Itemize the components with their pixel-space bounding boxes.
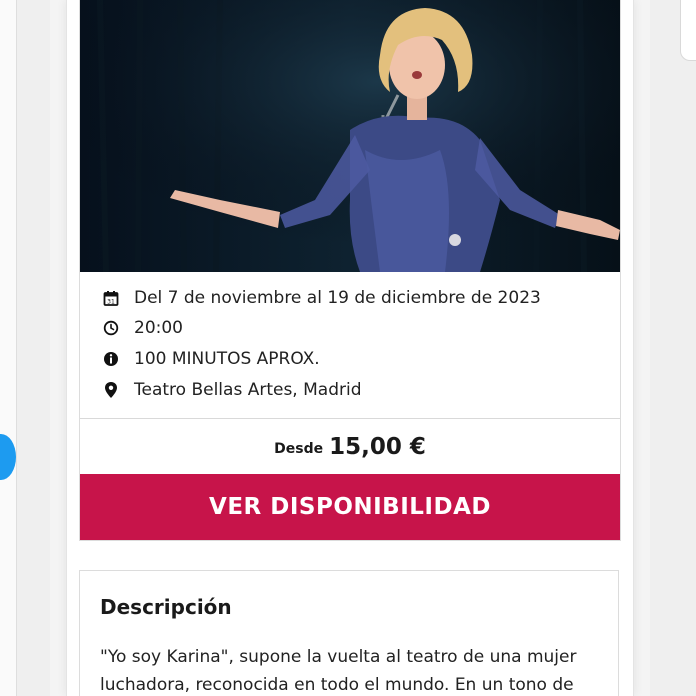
check-availability-button[interactable]: VER DISPONIBILIDAD xyxy=(80,474,620,540)
location-pin-icon xyxy=(102,381,120,399)
right-gutter xyxy=(650,0,696,696)
venue-row: Teatro Bellas Artes, Madrid xyxy=(102,378,362,402)
date-text: Del 7 de noviembre al 19 de diciembre de… xyxy=(134,288,541,308)
duration-row: 100 MINUTOS APROX. xyxy=(102,347,320,371)
event-page: 31 Del 7 de noviembre al 19 de diciembre… xyxy=(0,0,696,696)
hero-photo-illustration xyxy=(80,0,620,272)
time-row: 20:00 xyxy=(102,316,183,340)
duration-text: 100 MINUTOS APROX. xyxy=(134,349,320,369)
clock-icon xyxy=(102,319,120,337)
next-card-edge[interactable] xyxy=(680,0,696,61)
date-row: 31 Del 7 de noviembre al 19 de diciembre… xyxy=(102,286,541,310)
time-text: 20:00 xyxy=(134,318,183,338)
svg-text:31: 31 xyxy=(107,299,115,306)
description-card: Descripción "Yo soy Karina", supone la v… xyxy=(79,570,619,696)
event-hero-image xyxy=(80,0,620,272)
venue-text[interactable]: Teatro Bellas Artes, Madrid xyxy=(134,380,362,400)
price-from-label: Desde xyxy=(274,441,324,457)
description-title: Descripción xyxy=(100,595,232,619)
price-value: 15,00 € xyxy=(329,434,426,460)
price-row: Desde 15,00 € xyxy=(80,420,620,474)
calendar-icon: 31 xyxy=(102,289,120,307)
event-card: 31 Del 7 de noviembre al 19 de diciembre… xyxy=(79,0,621,541)
info-icon xyxy=(102,350,120,368)
previous-card-edge[interactable] xyxy=(0,0,17,696)
event-info: 31 Del 7 de noviembre al 19 de diciembre… xyxy=(80,272,620,419)
description-text: "Yo soy Karina", supone la vuelta al tea… xyxy=(100,647,577,695)
